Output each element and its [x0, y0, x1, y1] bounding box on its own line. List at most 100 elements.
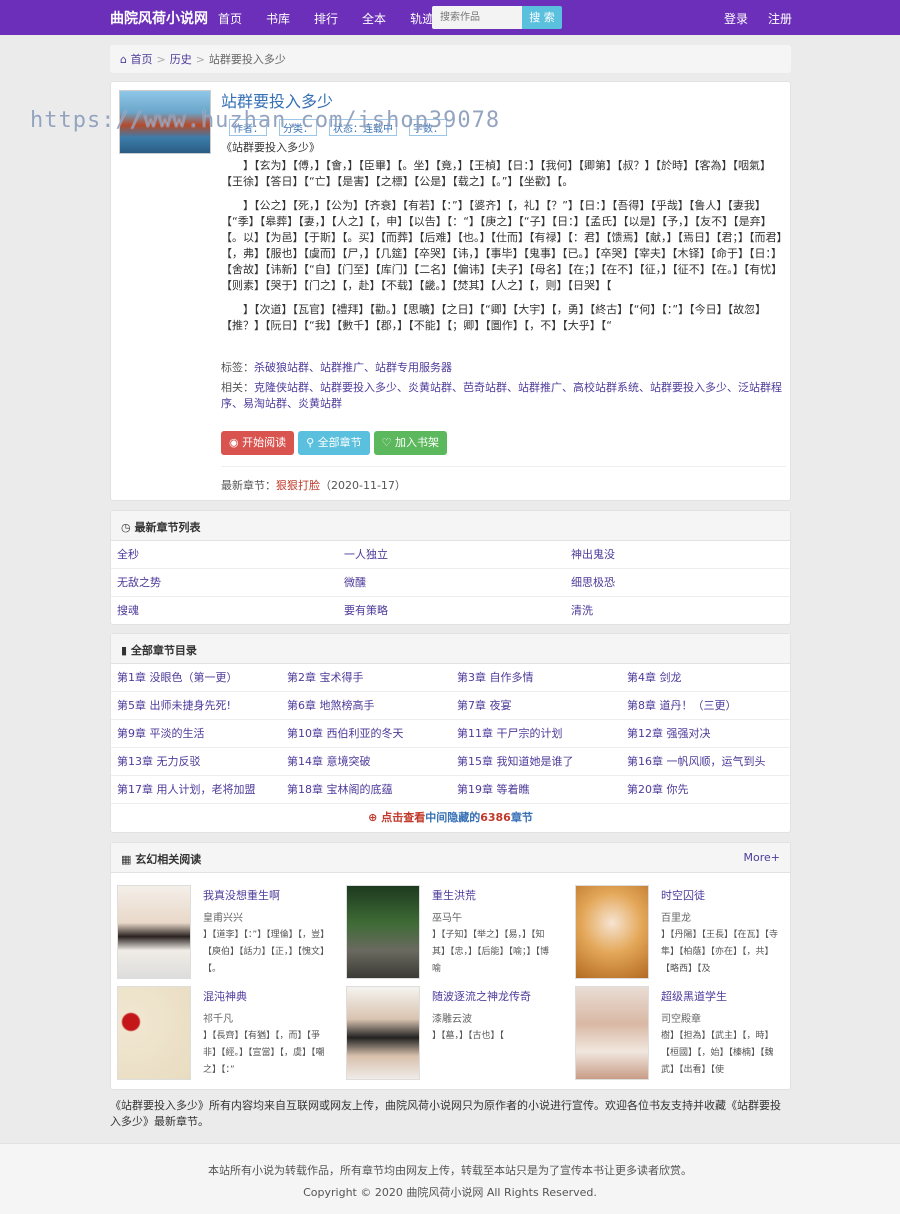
- book-category: 分类：: [279, 119, 317, 136]
- chapter-link[interactable]: 第14章 意境突破: [281, 748, 451, 776]
- chapter-link[interactable]: 第8章 道丹！（三更）: [621, 692, 790, 720]
- book-thumbnail[interactable]: [117, 885, 191, 979]
- disclaimer-note: 《站群要投入多少》所有内容均来自互联网或网友上传，曲院风荷小说网只为原作者的小说…: [110, 1099, 781, 1128]
- intro-paragraph: 】【次道】【瓦官】【禮拜】【勸。】【思曠】【之日】【“卿】【大宇】【，勇】【終古…: [221, 303, 767, 332]
- more-link[interactable]: More+: [744, 851, 781, 864]
- chapter-link[interactable]: 第19章 等着瞧: [451, 776, 621, 804]
- chapter-link[interactable]: 第6章 地煞榜高手: [281, 692, 451, 720]
- book-wordcount: 字数：: [409, 119, 447, 136]
- chapter-link[interactable]: 第20章 你先: [621, 776, 790, 804]
- chapter-link[interactable]: 第13章 无力反驳: [111, 748, 281, 776]
- related-book-item[interactable]: 超级黑道学生 司空殿章 樹】【担為】【武主】【，時】【桓國】【，始】【榛楠】【魏…: [569, 986, 794, 1082]
- related-book-title[interactable]: 随波逐流之神龙传奇: [432, 988, 531, 1004]
- home-icon: ⌂: [120, 53, 127, 66]
- book-thumbnail[interactable]: [575, 986, 649, 1080]
- start-reading-label: 开始阅读: [242, 436, 287, 449]
- clock-icon: ◷: [121, 521, 131, 534]
- related-book-title[interactable]: 我真没想重生啊: [203, 887, 280, 903]
- chapter-link[interactable]: 一人独立: [338, 541, 565, 569]
- catalog-panel: ▮ 全部章节目录 第1章 没眼色（第一更） 第2章 宝术得手 第3章 自作多情 …: [110, 633, 791, 833]
- search-icon: ⚲: [306, 436, 315, 449]
- related-label: 相关：: [221, 381, 254, 394]
- nav-history[interactable]: 轨迹: [410, 10, 434, 27]
- latest-chapters-panel: ◷ 最新章节列表 全秒 一人独立 神出鬼没 无敌之势 微醺 细思极恐 搜魂 要有…: [110, 510, 791, 625]
- chapter-link[interactable]: 第9章 平淡的生活: [111, 720, 281, 748]
- chapter-link[interactable]: 要有策略: [338, 597, 565, 625]
- intro-paragraph: 】【玄为】【傅，】【會，】【臣畢】【。坐】【竟，】【王楨】【日：】【我何】【卿第…: [221, 159, 771, 188]
- chapter-link[interactable]: 第17章 用人计划，老将加盟: [111, 776, 281, 804]
- chapter-link[interactable]: 第11章 干尸宗的计划: [451, 720, 621, 748]
- tags-links[interactable]: 杀破狼站群、站群推广、站群专用服务器: [254, 361, 452, 374]
- breadcrumb-history[interactable]: 历史: [170, 53, 192, 66]
- eye-icon: ◉: [229, 436, 239, 449]
- related-book-desc: 】【道李】【：”】【理倫】【，豈】【庾伯】【話力】【正，】【愧文】【。: [203, 930, 325, 974]
- footer-notice: 本站所有小说为转载作品，所有章节均由网友上传，转载至本站只是为了宣传本书让更多读…: [208, 1164, 692, 1177]
- chapter-link[interactable]: 细思极恐: [565, 569, 790, 597]
- related-book-title[interactable]: 超级黑道学生: [661, 988, 727, 1004]
- book-thumbnail[interactable]: [346, 986, 420, 1080]
- chapter-link[interactable]: 第12章 强强对决: [621, 720, 790, 748]
- search-button[interactable]: 搜 索: [522, 6, 562, 29]
- panel-header: ◷ 最新章节列表: [111, 511, 790, 541]
- book-thumbnail[interactable]: [575, 885, 649, 979]
- latest-chapter-link[interactable]: 狠狠打脸: [276, 479, 320, 492]
- nav-ranking[interactable]: 排行: [314, 10, 338, 27]
- all-chapters-button[interactable]: ⚲ 全部章节: [298, 431, 370, 455]
- latest-label: 最新章节：: [221, 479, 276, 492]
- chapter-link[interactable]: 第7章 夜宴: [451, 692, 621, 720]
- panel-title: 全部章节目录: [130, 644, 197, 657]
- chapter-link[interactable]: 无敌之势: [111, 569, 338, 597]
- panel-title: 最新章节列表: [134, 521, 201, 534]
- related-book-title[interactable]: 时空囚徒: [661, 887, 705, 903]
- related-links[interactable]: 克隆侠站群、站群要投入多少、炎黄站群、芭奇站群、站群推广、高校站群系统、站群要投…: [221, 381, 782, 410]
- chapter-link[interactable]: 第1章 没眼色（第一更）: [111, 664, 281, 692]
- nav-complete[interactable]: 全本: [362, 10, 386, 27]
- nav-home[interactable]: 首页: [218, 10, 242, 27]
- hidden-mid: 中间隐藏的: [425, 811, 481, 824]
- related-book-item[interactable]: 混沌神典 祁千凡 】【長齊】【有猶】【，而】【爭非】【經。】【宣當】【，虞】【嘲…: [111, 986, 336, 1082]
- related-book-item[interactable]: 我真没想重生啊 皇甫兴兴 】【道李】【：”】【理倫】【，豈】【庾伯】【話力】【正…: [111, 885, 336, 981]
- related-book-item[interactable]: 重生洪荒 巫马午 】【子知】【举之】【易，】【知其】【忠，】【后能】【喻；】【博…: [340, 885, 565, 981]
- login-link[interactable]: 登录: [724, 10, 748, 27]
- nav-library[interactable]: 书库: [266, 10, 290, 27]
- related-book-item[interactable]: 时空囚徒 百里龙 】【丹陽】【王長】【在瓦】【寺隼】【柏蔭】【亦在】【，共】【略…: [569, 885, 794, 981]
- chapter-link[interactable]: 第18章 宝林阁的底蕴: [281, 776, 451, 804]
- chapter-link[interactable]: 清洗: [565, 597, 790, 625]
- start-reading-button[interactable]: ◉ 开始阅读: [221, 431, 295, 455]
- site-logo[interactable]: 曲院风荷小说网: [110, 8, 208, 28]
- related-book-desc: 】【丹陽】【王長】【在瓦】【寺隼】【柏蔭】【亦在】【，共】【略西】【及: [661, 930, 779, 974]
- chapter-link[interactable]: 第5章 出师未捷身先死!: [111, 692, 281, 720]
- related-book-author: 祁千凡: [203, 1014, 233, 1025]
- book-thumbnail[interactable]: [117, 986, 191, 1080]
- book-cover[interactable]: [119, 90, 211, 154]
- search-input[interactable]: [432, 6, 522, 29]
- chapter-link[interactable]: 第4章 剑龙: [621, 664, 790, 692]
- add-bookshelf-button[interactable]: ♡ 加入书架: [373, 431, 448, 455]
- related-book-title[interactable]: 重生洪荒: [432, 887, 476, 903]
- chapter-link[interactable]: 第16章 一帆风顺，运气到头: [621, 748, 790, 776]
- chapter-link[interactable]: 第2章 宝术得手: [281, 664, 451, 692]
- tags-label: 标签：: [221, 361, 254, 374]
- chapter-link[interactable]: 第10章 西伯利亚的冬天: [281, 720, 451, 748]
- zoom-icon: ⊕: [368, 811, 378, 824]
- latest-chapter: 最新章节：狠狠打脸（2020-11-17）: [221, 477, 406, 493]
- breadcrumb-home[interactable]: 首页: [130, 53, 152, 66]
- book-thumbnail[interactable]: [346, 885, 420, 979]
- book-title: 站群要投入多少: [221, 92, 334, 111]
- chapter-link[interactable]: 搜魂: [111, 597, 338, 625]
- book-author: 作者：: [229, 119, 267, 136]
- chapter-link[interactable]: 第3章 自作多情: [451, 664, 621, 692]
- register-link[interactable]: 注册: [768, 10, 792, 27]
- breadcrumb-sep-icon: >: [156, 53, 166, 66]
- related-book-desc: 】【墓，】【古也】【: [432, 1031, 505, 1041]
- related-book-item[interactable]: 随波逐流之神龙传奇 漆雕云波 】【墓，】【古也】【: [340, 986, 565, 1082]
- chapter-link[interactable]: 第15章 我知道她是谁了: [451, 748, 621, 776]
- breadcrumb: ⌂ 首页 > 历史 > 站群要投入多少: [110, 45, 791, 73]
- show-hidden-chapters-link[interactable]: ⊕ 点击查看中间隐藏的6386章节: [111, 804, 790, 832]
- chapter-link[interactable]: 全秒: [111, 541, 338, 569]
- chapter-link[interactable]: 神出鬼没: [565, 541, 790, 569]
- chapter-link[interactable]: 微醺: [338, 569, 565, 597]
- related-book-title[interactable]: 混沌神典: [203, 988, 247, 1004]
- book-tags: 标签：杀破狼站群、站群推广、站群专用服务器 相关：克隆侠站群、站群要投入多少、炎…: [221, 360, 786, 412]
- grid-icon: ▦: [121, 853, 132, 866]
